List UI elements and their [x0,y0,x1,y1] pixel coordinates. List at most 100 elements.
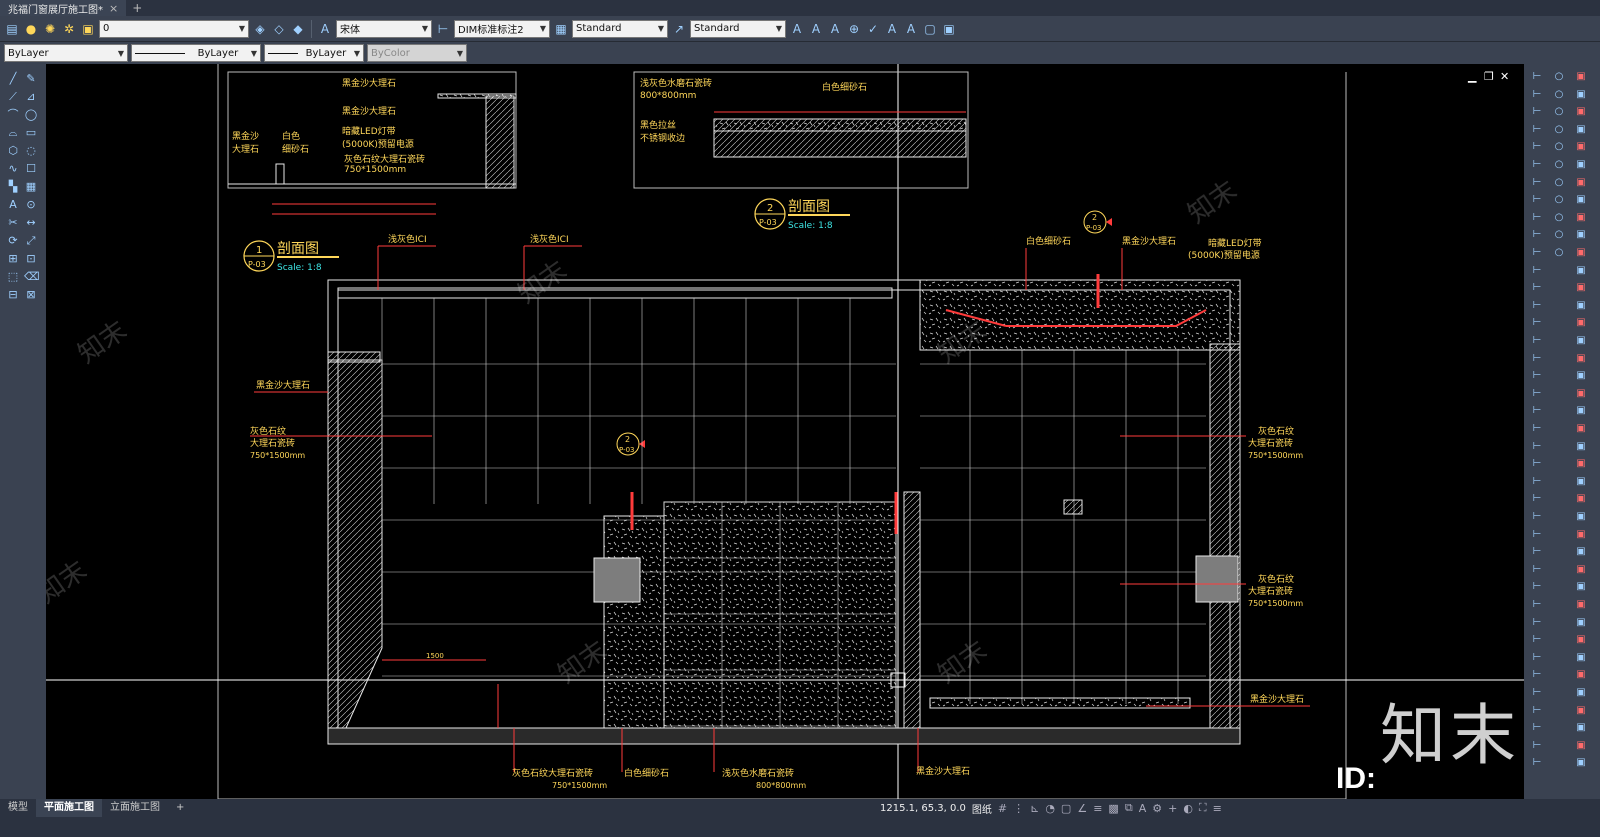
tool-palette-icon[interactable]: ▣ [1574,281,1588,295]
tool-palette-icon[interactable]: ▣ [1574,422,1588,436]
tool-palette-icon[interactable]: ▣ [1574,334,1588,348]
layer-previous-icon[interactable]: ◇ [271,21,287,37]
dimension-icon[interactable]: ⊢ [1530,105,1544,119]
navigation-icon[interactable]: ○ [1552,211,1566,225]
mleader-style-dropdown[interactable]: Standard ▼ [690,19,786,38]
table-style-icon[interactable]: ▦ [553,21,569,37]
tool-palette-icon[interactable]: ▣ [1574,475,1588,489]
tab-plan[interactable]: 平面施工图 [36,799,102,817]
navigation-icon[interactable]: ○ [1552,88,1566,102]
dimension-icon[interactable]: ⊢ [1530,704,1544,718]
dimension-icon[interactable]: ⊢ [1530,299,1544,313]
tool-palette-icon[interactable]: ▣ [1574,299,1588,313]
layer-dropdown[interactable]: 0 ▼ [99,19,249,38]
tool-palette-icon[interactable]: ▣ [1574,580,1588,594]
dim-style-icon[interactable]: ⊢ [435,21,451,37]
dimension-icon[interactable]: ⊢ [1530,88,1544,102]
navigation-icon[interactable]: ○ [1552,123,1566,137]
navigation-icon[interactable]: ○ [1552,70,1566,84]
polyline-icon[interactable]: ⊿ [24,90,38,104]
dimension-icon[interactable]: ⊢ [1530,492,1544,506]
move-icon[interactable]: ↔ [24,216,38,230]
lock-icon[interactable]: ▣ [80,21,96,37]
polygon-icon[interactable]: ⬡ [6,144,20,158]
transparency-icon[interactable]: ▩ [1108,802,1118,815]
line-icon[interactable]: ╱ [6,72,20,86]
dimension-icon[interactable]: ⊢ [1530,193,1544,207]
convert-text-icon[interactable]: ▣ [941,21,957,37]
dimension-icon[interactable]: ⊢ [1530,404,1544,418]
justify-text-icon[interactable]: A [903,21,919,37]
rectangle-icon[interactable]: ▭ [24,126,38,140]
color-dropdown[interactable]: ByLayer ▼ [4,44,128,62]
polar-icon[interactable]: ◔ [1045,802,1055,815]
table-icon[interactable]: ▦ [24,180,38,194]
tool-palette-icon[interactable]: ▣ [1574,633,1588,647]
dimension-icon[interactable]: ⊢ [1530,457,1544,471]
dimension-icon[interactable]: ⊢ [1530,123,1544,137]
tool-palette-icon[interactable]: ▣ [1574,492,1588,506]
grid-icon[interactable]: # [998,802,1007,815]
snap-icon[interactable]: ⋮ [1013,802,1024,815]
region-icon[interactable]: ☐ [24,162,38,176]
array-icon[interactable]: ⊞ [6,252,20,266]
tool-palette-icon[interactable]: ▣ [1574,387,1588,401]
tool-palette-icon[interactable]: ▣ [1574,369,1588,383]
navigation-icon[interactable]: ○ [1552,228,1566,242]
new-tab-button[interactable]: + [132,1,142,15]
paper-model-toggle[interactable]: 图纸 [972,801,992,816]
arc-icon[interactable]: ⌒ [6,108,20,122]
layer-match-icon[interactable]: ◈ [252,21,268,37]
point-icon[interactable]: ⊙ [24,198,38,212]
layer-properties-icon[interactable]: ▤ [4,21,20,37]
drawing-canvas[interactable]: 黑金沙大理石 黑金沙大理石 暗藏LED灯带 (5000K)预留电源 灰色石纹大理石瓷砖 7… [46,64,1524,799]
tool-palette-icon[interactable]: ▣ [1574,457,1588,471]
tool-palette-icon[interactable]: ▣ [1574,352,1588,366]
tool-palette-icon[interactable]: ▣ [1574,264,1588,278]
tool-palette-icon[interactable]: ▣ [1574,316,1588,330]
minimize-icon[interactable]: ▁ [1468,70,1476,83]
dimension-icon[interactable]: ⊢ [1530,316,1544,330]
dimension-icon[interactable]: ⊢ [1530,739,1544,753]
tool-palette-icon[interactable]: ▣ [1574,193,1588,207]
text-icon[interactable]: A [789,21,805,37]
tab-model[interactable]: 模型 [0,799,36,817]
navigation-icon[interactable]: ○ [1552,105,1566,119]
linetype-dropdown[interactable]: ByLayer ▼ [131,44,261,62]
otrack-icon[interactable]: ∠ [1077,802,1087,815]
tool-palette-icon[interactable]: ▣ [1574,721,1588,735]
spline-icon[interactable]: ∿ [6,162,20,176]
dimension-icon[interactable]: ⊢ [1530,387,1544,401]
navigation-icon[interactable]: ○ [1552,158,1566,172]
workspace-gear-icon[interactable]: ⚙ [1152,802,1162,815]
dimension-icon[interactable]: ⊢ [1530,352,1544,366]
xline-icon[interactable]: ⟋ [6,90,20,104]
document-tab[interactable]: 兆福门窗展厅施工图* × [0,0,127,16]
dimension-icon[interactable]: ⊢ [1530,176,1544,190]
dimension-icon[interactable]: ⊢ [1530,246,1544,260]
ortho-icon[interactable]: ⊾ [1030,802,1039,815]
dimension-icon[interactable]: ⊢ [1530,756,1544,770]
scale-icon[interactable]: ⤢ [24,234,38,248]
tool-palette-icon[interactable]: ▣ [1574,88,1588,102]
fullscreen-icon[interactable]: ⛶ [1199,801,1207,815]
bulb-icon[interactable]: ● [23,21,39,37]
dimension-icon[interactable]: ⊢ [1530,598,1544,612]
isolate-icon[interactable]: ◐ [1183,802,1193,815]
annotation-icon[interactable]: A [1139,802,1147,815]
tab-elevation[interactable]: 立面施工图 [102,799,168,817]
dim-style-dropdown[interactable]: DIM标准标注2 ▼ [454,19,550,38]
tool-palette-icon[interactable]: ▣ [1574,70,1588,84]
tool-palette-icon[interactable]: ▣ [1574,686,1588,700]
navigation-icon[interactable]: ○ [1552,193,1566,207]
tool-palette-icon[interactable]: ▣ [1574,404,1588,418]
dimension-icon[interactable]: ⊢ [1530,563,1544,577]
tool-palette-icon[interactable]: ▣ [1574,598,1588,612]
dimension-icon[interactable]: ⊢ [1530,528,1544,542]
dimension-icon[interactable]: ⊢ [1530,721,1544,735]
dimension-icon[interactable]: ⊢ [1530,228,1544,242]
dimension-icon[interactable]: ⊢ [1530,651,1544,665]
tool-palette-icon[interactable]: ▣ [1574,651,1588,665]
table-style-dropdown[interactable]: Standard ▼ [572,19,668,38]
dimension-icon[interactable]: ⊢ [1530,616,1544,630]
